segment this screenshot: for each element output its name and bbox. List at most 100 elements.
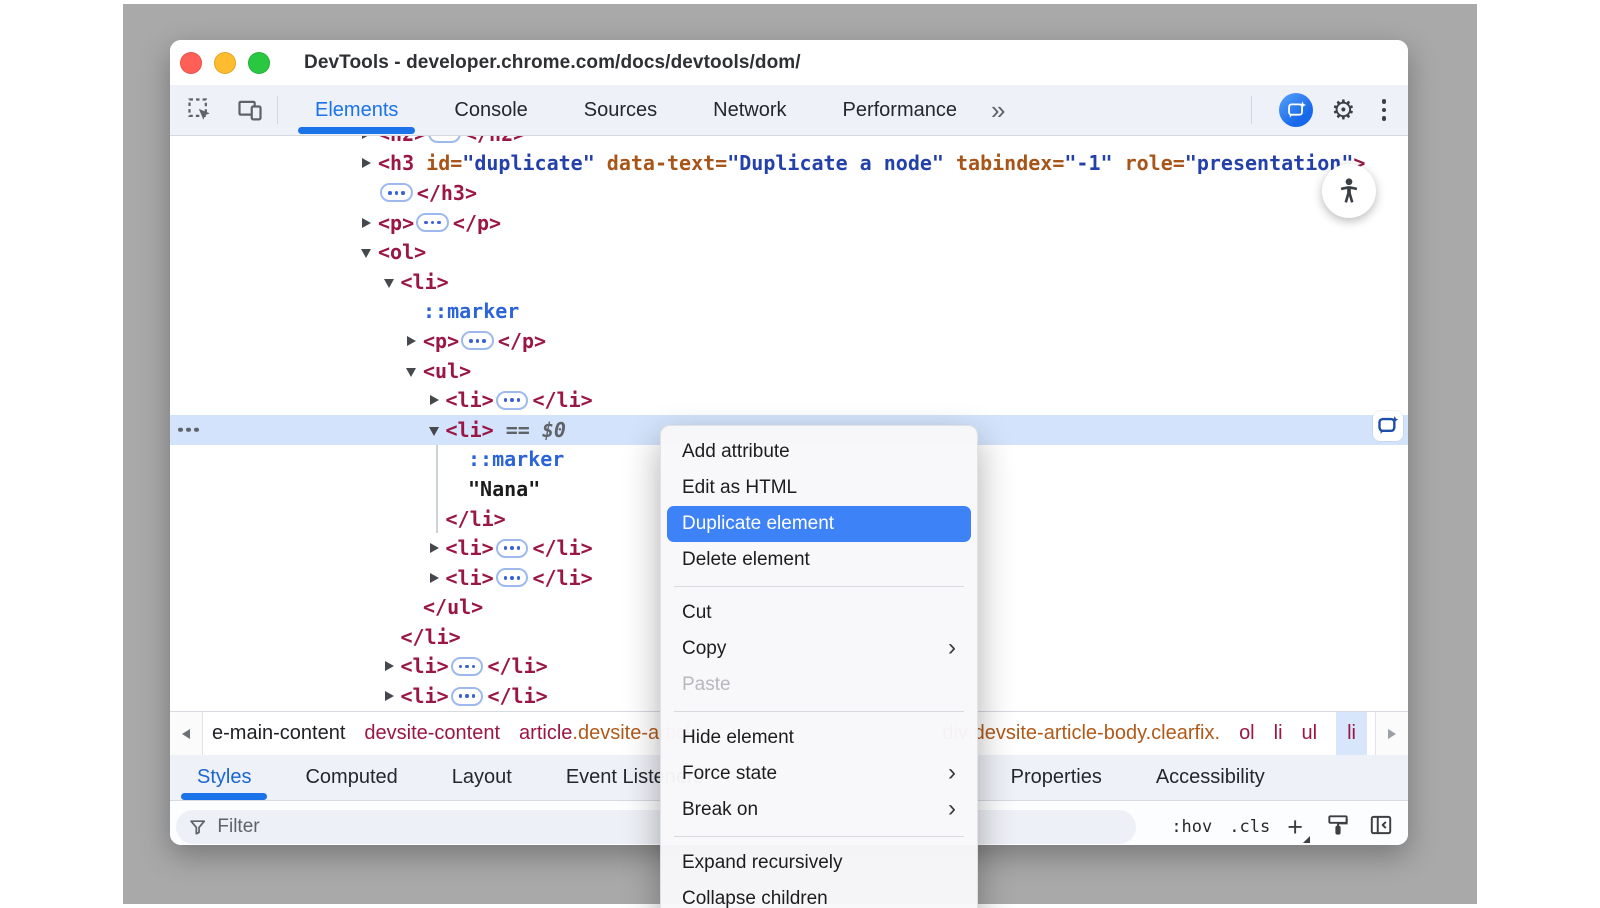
sidebar-tab-computed[interactable]: Computed xyxy=(285,755,417,800)
device-toolbar-icon[interactable] xyxy=(235,95,265,125)
settings-gear-icon[interactable]: ⚙ xyxy=(1331,97,1355,124)
expander-closed-icon[interactable] xyxy=(429,533,446,563)
expander-closed-icon[interactable] xyxy=(361,149,378,179)
collapsed-children-pill-icon[interactable] xyxy=(496,568,529,587)
dom-tree-row[interactable]: <ul> xyxy=(170,356,1408,386)
code-token-tag: </li> xyxy=(532,566,592,590)
context-menu-divider xyxy=(674,586,964,587)
menu-item-label: Delete element xyxy=(682,549,810,571)
sidebar-tab-layout[interactable]: Layout xyxy=(432,755,532,800)
toggle-class-button[interactable]: .cls xyxy=(1229,817,1270,837)
code-token-tag: <li> xyxy=(401,270,449,294)
context-menu-item-cut[interactable]: Cut xyxy=(667,595,971,631)
tab-performance[interactable]: Performance xyxy=(821,85,980,135)
tab-console[interactable]: Console xyxy=(432,85,549,135)
crumb-tag-text: article xyxy=(519,722,572,745)
collapsed-children-pill-icon[interactable] xyxy=(496,391,529,410)
context-menu-item-copy[interactable]: Copy› xyxy=(667,631,971,667)
expander-closed-icon[interactable] xyxy=(429,385,446,415)
code-token-tag: <h2> xyxy=(378,136,426,146)
expander-closed-icon[interactable] xyxy=(384,681,401,711)
dom-tree-row[interactable]: <h2> </h2> xyxy=(170,136,1408,149)
collapsed-children-pill-icon[interactable] xyxy=(380,183,413,202)
breadcrumb-item-selected[interactable]: li xyxy=(1336,712,1367,755)
tab-elements[interactable]: Elements xyxy=(293,85,420,135)
context-menu-item-hide-element[interactable]: Hide element xyxy=(667,720,971,756)
collapsed-children-pill-icon[interactable] xyxy=(428,136,461,143)
sidebar-tab-styles[interactable]: Styles xyxy=(177,755,271,800)
toggle-sidebar-icon[interactable] xyxy=(1368,812,1394,843)
expander-closed-icon[interactable] xyxy=(406,326,423,356)
dom-tree-row[interactable]: <li></li> xyxy=(170,385,1408,415)
sidebar-tab-properties[interactable]: Properties xyxy=(991,755,1122,800)
code-token-val: "Duplicate a node" xyxy=(727,151,944,175)
code-token-text: "Nana" xyxy=(468,477,540,501)
breadcrumb-item[interactable]: div.devsite-article-body.clearfix. xyxy=(943,712,1221,755)
context-menu-item-paste[interactable]: Paste xyxy=(667,667,971,703)
expander-open-icon[interactable] xyxy=(361,237,378,267)
collapsed-children-pill-icon[interactable] xyxy=(451,657,484,676)
toggle-hover-state-button[interactable]: :hov xyxy=(1171,817,1212,837)
context-menu-item-duplicate-element[interactable]: Duplicate element xyxy=(667,506,971,542)
breadcrumb-item[interactable]: ol xyxy=(1239,712,1255,755)
dom-tree-row[interactable]: <p></p> xyxy=(170,208,1408,238)
expander-open-icon[interactable] xyxy=(384,267,401,297)
panel-tab-strip: ElementsConsole SourcesNetwork Performance xyxy=(293,85,979,135)
breadcrumb-item[interactable]: ul xyxy=(1302,712,1318,755)
ai-assistant-icon[interactable] xyxy=(1279,93,1313,127)
ai-assistant-row-button[interactable] xyxy=(1373,411,1403,441)
tab-network[interactable]: Network xyxy=(691,85,808,135)
context-menu-item-add-attribute[interactable]: Add attribute xyxy=(667,434,971,470)
dom-tree-row[interactable]: </h3> xyxy=(170,178,1408,208)
context-menu-item-expand-recursively[interactable]: Expand recursively xyxy=(667,845,971,881)
collapsed-children-pill-icon[interactable] xyxy=(451,687,484,706)
context-menu-item-delete-element[interactable]: Delete element xyxy=(667,542,971,578)
dom-tree-row[interactable]: <ol> xyxy=(170,237,1408,267)
expander-closed-icon[interactable] xyxy=(361,208,378,238)
collapsed-children-pill-icon[interactable] xyxy=(496,539,529,558)
title-bar: DevTools - developer.chrome.com/docs/dev… xyxy=(170,40,1408,85)
new-style-rule-plus-icon[interactable]: + xyxy=(1287,814,1308,841)
code-token-pseudo: ::marker xyxy=(423,299,519,323)
context-menu-item-break-on[interactable]: Break on› xyxy=(667,792,971,828)
collapsed-children-pill-icon[interactable] xyxy=(416,213,449,232)
expander-spacer xyxy=(384,622,401,652)
more-tabs-button[interactable]: » xyxy=(979,95,1017,126)
breadcrumb-item[interactable]: e-main-content xyxy=(212,712,345,755)
dom-tree-row[interactable]: ::marker xyxy=(170,297,1408,327)
expander-closed-icon[interactable] xyxy=(429,563,446,593)
expander-open-icon[interactable] xyxy=(406,356,423,386)
breadcrumb-item[interactable]: devsite-content xyxy=(364,712,500,755)
collapsed-children-pill-icon[interactable] xyxy=(461,331,494,350)
code-token-tag: </h2> xyxy=(465,136,525,146)
dom-tree-row[interactable]: <h3 id="duplicate" data-text="Duplicate … xyxy=(170,149,1408,179)
crumb-tag-text: li xyxy=(1274,722,1283,745)
code-token-tag: <h3 xyxy=(378,151,414,175)
row-overflow-dots-icon[interactable] xyxy=(178,427,199,432)
code-token-var: $0 xyxy=(542,418,566,442)
dom-tree-row[interactable]: <p></p> xyxy=(170,326,1408,356)
filter-funnel-icon xyxy=(188,817,207,837)
inspect-icon[interactable] xyxy=(185,95,215,125)
breadcrumb-scroll-left-button[interactable] xyxy=(170,712,203,755)
breadcrumb-scroll-right-button[interactable] xyxy=(1375,712,1408,755)
breadcrumb-item[interactable]: li xyxy=(1274,712,1283,755)
tab-sources[interactable]: Sources xyxy=(562,85,679,135)
accessibility-person-icon[interactable] xyxy=(1322,164,1376,218)
zoom-window-button[interactable] xyxy=(248,52,270,74)
expander-closed-icon[interactable] xyxy=(361,136,378,149)
close-window-button[interactable] xyxy=(180,52,202,74)
expander-open-icon[interactable] xyxy=(429,415,446,445)
sidebar-tab-accessibility[interactable]: Accessibility xyxy=(1136,755,1285,800)
context-menu-item-force-state[interactable]: Force state› xyxy=(667,756,971,792)
dom-tree-row[interactable]: <li> xyxy=(170,267,1408,297)
minimize-window-button[interactable] xyxy=(214,52,236,74)
context-menu-item-edit-as-html[interactable]: Edit as HTML xyxy=(667,470,971,506)
style-filter-field[interactable] xyxy=(176,810,1136,844)
expander-spacer xyxy=(406,297,423,327)
more-menu-dots-icon[interactable] xyxy=(1374,97,1395,123)
rendering-brush-icon[interactable] xyxy=(1325,812,1351,843)
expander-closed-icon[interactable] xyxy=(384,652,401,682)
context-menu-item-collapse-children[interactable]: Collapse children xyxy=(667,881,971,908)
code-token-tag: </h3> xyxy=(417,181,477,205)
